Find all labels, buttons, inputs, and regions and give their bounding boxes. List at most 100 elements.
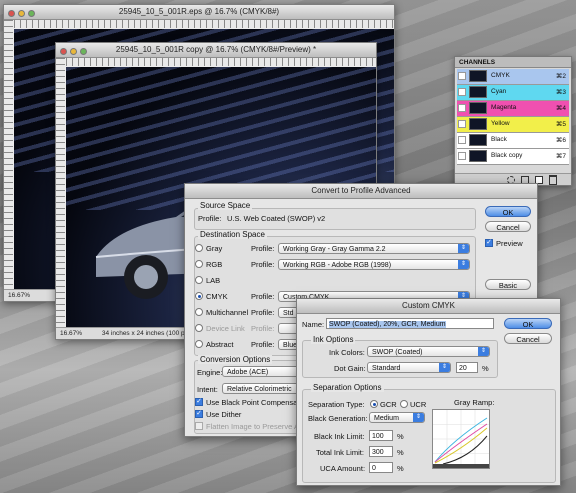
gcr-radio[interactable]: [370, 400, 378, 408]
basic-button[interactable]: Basic: [485, 279, 531, 290]
channels-panel[interactable]: CHANNELS CMYK ⌘2 Cyan ⌘3 Magenta ⌘4 Yellow ⌘5 Bl…: [454, 56, 572, 186]
dither-checkbox[interactable]: ✓: [195, 410, 203, 418]
chevron-down-icon: ⇕: [439, 363, 450, 372]
separation-options-label: Separation Options: [311, 383, 384, 392]
black-point-checkbox[interactable]: ✓: [195, 398, 203, 406]
delete-channel-icon[interactable]: [549, 175, 557, 185]
channel-row[interactable]: Black ⌘6: [457, 133, 569, 149]
zoom-icon[interactable]: [80, 48, 87, 55]
gray-profile-label: Profile:: [251, 244, 275, 253]
intent-label: Intent:: [197, 385, 218, 394]
multichannel-label: Multichannel: [206, 308, 249, 317]
gray-profile-select[interactable]: Working Gray - Gray Gamma 2.2 ⇕: [278, 243, 470, 254]
total-ink-limit-field[interactable]: 300: [369, 446, 393, 457]
multichannel-profile-label: Profile:: [251, 308, 275, 317]
rgb-profile-label: Profile:: [251, 260, 275, 269]
close-icon[interactable]: [8, 10, 15, 17]
multichannel-radio[interactable]: [195, 308, 203, 316]
abstract-profile-value: Blue: [283, 342, 298, 349]
document-size-info[interactable]: 34 inches x 24 inches (100 ppi): [98, 330, 196, 337]
rgb-radio[interactable]: [195, 260, 203, 268]
intent-select[interactable]: Relative Colorimetric: [222, 383, 300, 394]
ucr-radio[interactable]: [400, 400, 408, 408]
back-window-title: 25945_10_5_001R.eps @ 16.7% (CMYK/8#): [118, 7, 280, 16]
preview-label: Preview: [496, 239, 523, 248]
channel-shortcut: ⌘4: [555, 105, 566, 112]
front-window-titlebar[interactable]: 25945_10_5_001R copy @ 16.7% (CMYK/8#/Pr…: [56, 43, 376, 58]
channel-row[interactable]: CMYK ⌘2: [457, 69, 569, 85]
visibility-eye-icon[interactable]: [458, 72, 466, 80]
rgb-profile-select[interactable]: Working RGB - Adobe RGB (1998) ⇕: [278, 259, 470, 270]
channel-shortcut: ⌘3: [555, 89, 566, 96]
gray-radio[interactable]: [195, 244, 203, 252]
ink-colors-select[interactable]: SWOP (Coated) ⇕: [367, 346, 490, 357]
channel-row[interactable]: Black copy ⌘7: [457, 149, 569, 165]
panel-header[interactable]: CHANNELS: [455, 57, 571, 68]
visibility-eye-icon[interactable]: [458, 152, 466, 160]
close-icon[interactable]: [60, 48, 67, 55]
abstract-profile-label: Profile:: [251, 340, 275, 349]
convert-dialog-title: Convert to Profile Advanced: [311, 186, 411, 195]
separation-type-label: Separation Type:: [308, 400, 365, 409]
custom-cancel-button[interactable]: Cancel: [504, 333, 552, 344]
back-zoom-level[interactable]: 16.67%: [4, 292, 34, 299]
black-ink-limit-field[interactable]: 100: [369, 430, 393, 441]
device-link-label: Device Link: [206, 324, 245, 333]
chevron-down-icon: ⇕: [413, 413, 424, 422]
engine-value: Adobe (ACE): [227, 369, 269, 376]
gcr-label: GCR: [380, 400, 397, 409]
name-field[interactable]: SWOP (Coated), 20%, GCR, Medium: [326, 318, 494, 329]
channel-name: Black copy: [491, 152, 523, 159]
horizontal-ruler: [14, 20, 394, 28]
flatten-checkbox[interactable]: [195, 422, 203, 430]
channel-row[interactable]: Cyan ⌘3: [457, 85, 569, 101]
vertical-ruler: [4, 20, 13, 289]
channel-name: Black: [491, 136, 507, 143]
channel-shortcut: ⌘6: [555, 137, 566, 144]
convert-dialog-titlebar[interactable]: Convert to Profile Advanced: [185, 184, 537, 199]
abstract-radio[interactable]: [195, 340, 203, 348]
custom-ok-button[interactable]: OK: [504, 318, 552, 329]
visibility-eye-icon[interactable]: [458, 88, 466, 96]
black-generation-label: Black Generation:: [308, 414, 368, 423]
black-generation-select[interactable]: Medium ⇕: [369, 412, 425, 423]
ink-colors-value: SWOP (Coated): [372, 349, 423, 356]
engine-select[interactable]: Adobe (ACE): [222, 366, 300, 377]
minimize-icon[interactable]: [18, 10, 25, 17]
cmyk-profile-label: Profile:: [251, 292, 275, 301]
minimize-icon[interactable]: [70, 48, 77, 55]
cmyk-label: CMYK: [206, 292, 228, 301]
front-zoom-level[interactable]: 16.67%: [56, 330, 86, 337]
uca-amount-unit: %: [397, 464, 404, 473]
dot-gain-select[interactable]: Standard ⇕: [367, 362, 451, 373]
back-window-titlebar[interactable]: 25945_10_5_001R.eps @ 16.7% (CMYK/8#): [4, 5, 394, 20]
ink-options-label: Ink Options: [311, 335, 356, 344]
custom-cmyk-titlebar[interactable]: Custom CMYK: [297, 299, 560, 314]
ucr-label: UCR: [410, 400, 427, 409]
channels-tab[interactable]: CHANNELS: [455, 59, 495, 66]
lab-radio[interactable]: [195, 276, 203, 284]
preview-checkbox[interactable]: ✓: [485, 239, 493, 247]
flatten-label: Flatten Image to Preserve Ap: [206, 422, 304, 431]
convert-cancel-button[interactable]: Cancel: [485, 221, 531, 232]
cmyk-radio[interactable]: [195, 292, 203, 300]
total-ink-limit-unit: %: [397, 448, 404, 457]
channel-row[interactable]: Magenta ⌘4: [457, 101, 569, 117]
custom-cmyk-dialog[interactable]: Custom CMYK Name: SWOP (Coated), 20%, GC…: [296, 298, 561, 486]
rgb-profile-value: Working RGB - Adobe RGB (1998): [283, 262, 392, 269]
device-link-radio[interactable]: [195, 324, 203, 332]
visibility-eye-icon[interactable]: [458, 104, 466, 112]
visibility-eye-icon[interactable]: [458, 120, 466, 128]
uca-amount-field[interactable]: 0: [369, 462, 393, 473]
black-generation-value: Medium: [374, 415, 399, 422]
dot-gain-number-field[interactable]: 20: [456, 362, 478, 373]
lab-label: LAB: [206, 276, 221, 285]
dot-gain-label: Dot Gain:: [334, 364, 366, 373]
channel-row[interactable]: Yellow ⌘5: [457, 117, 569, 133]
convert-ok-button[interactable]: OK: [485, 206, 531, 217]
dot-gain-number: 20: [459, 365, 467, 372]
dither-label: Use Dither: [206, 410, 242, 419]
black-point-label: Use Black Point Compensati: [206, 398, 302, 407]
zoom-icon[interactable]: [28, 10, 35, 17]
visibility-eye-icon[interactable]: [458, 136, 466, 144]
